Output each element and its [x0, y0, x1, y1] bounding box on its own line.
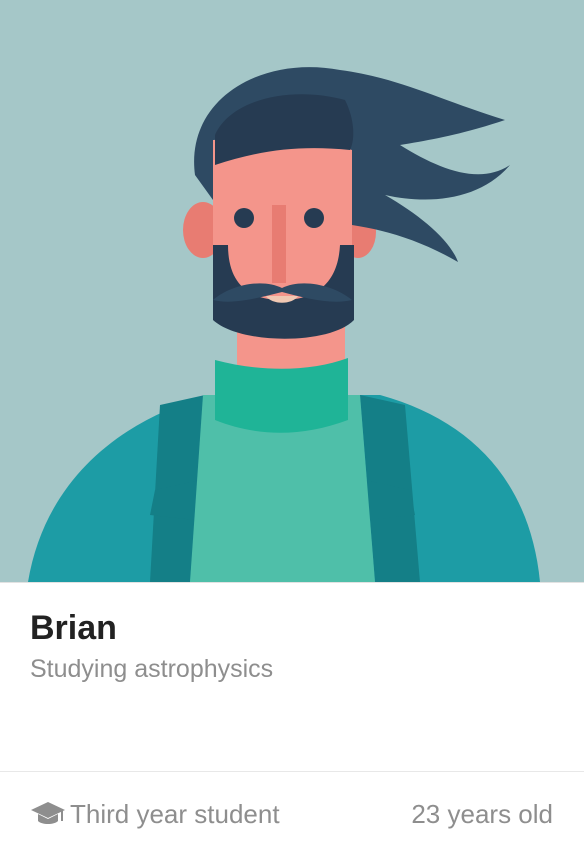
profile-subtitle: Studying astrophysics	[30, 655, 274, 683]
profile-illustration	[0, 0, 584, 582]
year-info: Third year student	[30, 799, 280, 830]
profile-footer: Third year student 23 years old	[30, 772, 553, 856]
year-label: Third year student	[70, 798, 280, 829]
profile-name: Brian	[30, 609, 117, 647]
profile-info: Brian Studying astrophysics	[30, 606, 554, 686]
avatar-illustration	[0, 0, 584, 582]
illustration-divider	[0, 582, 584, 583]
graduation-cap-icon	[30, 800, 66, 828]
profile-card: Brian Studying astrophysics Third year s…	[0, 0, 584, 856]
age-label: 23 years old	[411, 798, 553, 829]
